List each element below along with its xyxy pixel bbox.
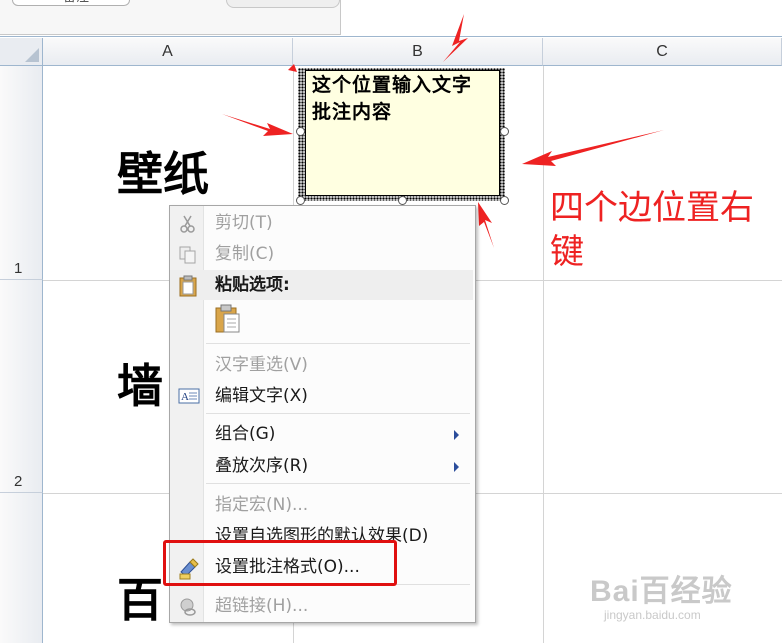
menu-label-edit-text: 编辑文字(X) — [215, 386, 308, 406]
arrow-top — [443, 14, 468, 62]
menu-label-paste-options: 粘贴选项: — [215, 275, 290, 295]
menu-label-assign-macro: 指定宏(N)... — [215, 495, 309, 515]
copy-icon — [178, 245, 198, 265]
menu-item-assign-macro[interactable]: 指定宏(N)... — [170, 490, 473, 520]
menu-label-hyperlink: 超链接(H)... — [215, 596, 309, 616]
menu-label-copy: 复制(C) — [215, 244, 275, 264]
edit-text-icon: A — [178, 387, 200, 407]
arrow-right — [522, 130, 664, 166]
menu-label-reconvert: 汉字重选(V) — [215, 355, 308, 375]
menu-item-order[interactable]: 叠放次序(R) — [170, 451, 473, 481]
menu-item-cut[interactable]: 剪切(T) — [170, 208, 473, 238]
watermark: Bai百经验 jingyan.baidu.com — [590, 566, 780, 636]
menu-separator — [206, 413, 470, 414]
menu-item-group[interactable]: 组合(G) — [170, 419, 473, 449]
menu-item-copy[interactable]: 复制(C) — [170, 239, 473, 269]
globe-link-icon — [178, 597, 198, 617]
menu-separator — [206, 483, 470, 484]
menu-item-reconvert[interactable]: 汉字重选(V) — [170, 350, 473, 380]
annotation-text: 四个边位置右键 — [550, 188, 754, 272]
arrow-left — [222, 114, 293, 136]
highlight-box — [163, 540, 397, 586]
menu-separator — [206, 343, 470, 344]
menu-item-edit-text[interactable]: A 编辑文字(X) — [170, 381, 473, 411]
watermark-url: jingyan.baidu.com — [604, 608, 701, 622]
menu-label-cut: 剪切(T) — [215, 213, 273, 233]
arrow-bottom — [478, 202, 494, 248]
svg-text:A: A — [181, 391, 189, 403]
paste-icon[interactable] — [214, 304, 242, 334]
scissors-icon — [178, 214, 198, 234]
clipboard-icon — [178, 275, 198, 297]
submenu-arrow-icon — [454, 462, 459, 472]
paste-options-header: 粘贴选项: — [170, 270, 473, 300]
watermark-brand: Bai百经验 — [590, 575, 733, 608]
menu-label-group: 组合(G) — [215, 424, 276, 444]
submenu-arrow-icon — [454, 430, 459, 440]
arrow-corner — [288, 64, 297, 72]
menu-item-hyperlink[interactable]: 超链接(H)... — [170, 591, 473, 621]
menu-label-order: 叠放次序(R) — [215, 456, 309, 476]
